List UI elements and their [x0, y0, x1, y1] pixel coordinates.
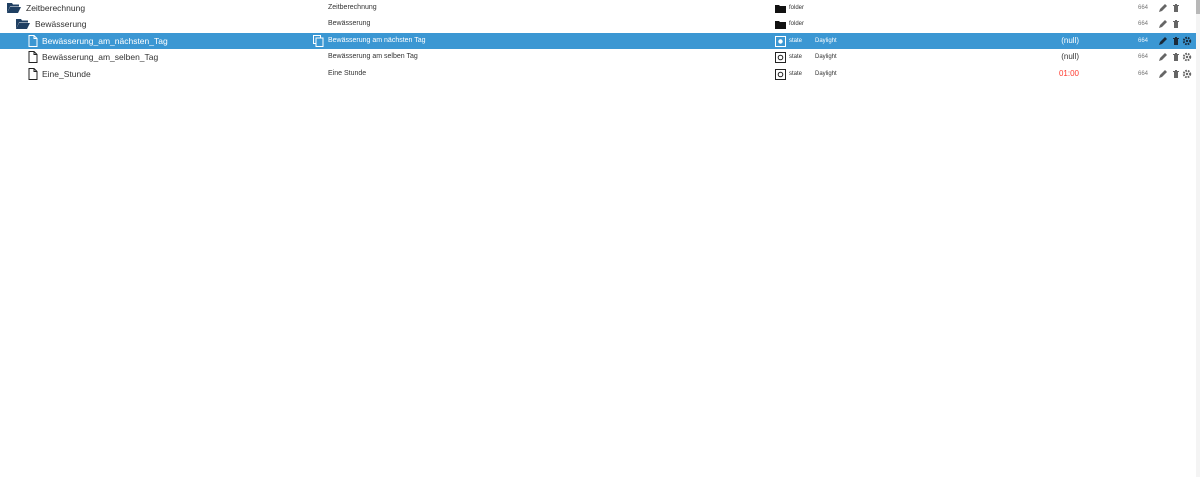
gear-icon[interactable]	[1182, 36, 1192, 46]
object-title: Bewässerung am nächsten Tag	[328, 37, 426, 44]
pencil-icon[interactable]	[1158, 3, 1168, 13]
object-type: folder	[789, 21, 805, 27]
file-icon	[26, 68, 40, 80]
state-icon	[775, 52, 786, 63]
object-role: Daylight	[815, 38, 837, 44]
tree-row-bewaesserung-am-naechsten-tag[interactable]: Bewässerung_am_nächsten_Tag Bewässerung …	[0, 33, 1196, 49]
scrollbar-thumb[interactable]	[1196, 0, 1200, 14]
folder-icon	[775, 19, 786, 30]
trash-icon[interactable]	[1171, 52, 1181, 62]
object-value[interactable]: (null)	[1061, 33, 1079, 49]
trash-icon[interactable]	[1171, 36, 1181, 46]
trash-icon[interactable]	[1171, 19, 1181, 29]
object-title: Bewässerung	[328, 20, 371, 27]
folder-open-icon[interactable]	[7, 2, 21, 14]
gear-icon[interactable]	[1182, 52, 1192, 62]
file-icon	[26, 35, 40, 47]
pencil-icon[interactable]	[1158, 36, 1168, 46]
copy-icon[interactable]	[313, 35, 324, 47]
object-role: Daylight	[815, 54, 837, 60]
object-title: Zeitberechnung	[328, 4, 377, 11]
object-name: Zeitberechnung	[26, 3, 86, 13]
object-value[interactable]: (null)	[1061, 49, 1079, 65]
object-name: Bewässerung_am_selben_Tag	[42, 52, 159, 62]
object-type: state	[789, 54, 803, 60]
object-name: Bewässerung	[35, 19, 87, 29]
object-name: Bewässerung_am_nächsten_Tag	[42, 36, 168, 46]
object-type: state	[789, 71, 803, 77]
trash-icon[interactable]	[1171, 69, 1181, 79]
tree-row-bewaesserung[interactable]: Bewässerung Bewässerung folder 664	[0, 16, 1196, 32]
tree-row-bewaesserung-am-selben-tag[interactable]: Bewässerung_am_selben_Tag Bewässerung am…	[0, 49, 1196, 65]
object-tree: Zeitberechnung Zeitberechnung folder 664…	[0, 0, 1196, 477]
tree-row-eine-stunde[interactable]: Eine_Stunde Eine Stunde state Daylight 0…	[0, 66, 1196, 82]
object-type: state	[789, 38, 803, 44]
object-acl: 664	[1138, 71, 1149, 77]
folder-icon	[775, 3, 786, 14]
object-acl: 664	[1138, 54, 1149, 60]
object-name: Eine_Stunde	[42, 69, 91, 79]
tree-row-zeitberechnung[interactable]: Zeitberechnung Zeitberechnung folder 664	[0, 0, 1196, 16]
pencil-icon[interactable]	[1158, 19, 1168, 29]
state-icon	[775, 36, 786, 47]
gear-icon[interactable]	[1182, 69, 1192, 79]
object-acl: 664	[1138, 5, 1149, 11]
pencil-icon[interactable]	[1158, 69, 1168, 79]
object-title: Eine Stunde	[328, 70, 367, 77]
object-title: Bewässerung am selben Tag	[328, 53, 418, 60]
state-icon	[775, 69, 786, 80]
object-acl: 664	[1138, 38, 1149, 44]
object-type: folder	[789, 5, 805, 11]
folder-open-icon[interactable]	[16, 18, 30, 30]
object-acl: 664	[1138, 21, 1149, 27]
object-role: Daylight	[815, 71, 837, 77]
file-icon	[26, 51, 40, 63]
vertical-scrollbar[interactable]	[1196, 0, 1200, 477]
object-value[interactable]: 01:00	[1059, 66, 1079, 82]
trash-icon[interactable]	[1171, 3, 1181, 13]
pencil-icon[interactable]	[1158, 52, 1168, 62]
